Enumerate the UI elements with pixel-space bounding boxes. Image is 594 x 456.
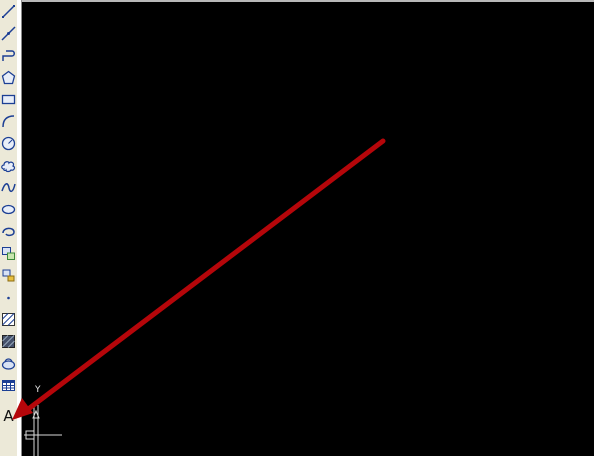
construction-line-tool[interactable] bbox=[0, 23, 17, 43]
region-icon bbox=[1, 357, 16, 370]
arc-tool[interactable] bbox=[0, 111, 17, 131]
point-tool[interactable] bbox=[0, 287, 17, 307]
insert-block-tool[interactable] bbox=[0, 243, 17, 263]
construction-line-icon bbox=[1, 25, 16, 41]
ellipse-icon bbox=[1, 204, 16, 214]
point-icon bbox=[7, 296, 10, 299]
polygon-tool[interactable] bbox=[0, 67, 17, 87]
revision-cloud-tool[interactable] bbox=[0, 155, 17, 175]
region-tool[interactable] bbox=[0, 353, 17, 373]
ellipse-arc-tool[interactable] bbox=[0, 221, 17, 241]
rectangle-tool[interactable] bbox=[0, 89, 17, 109]
draw-toolbar: A bbox=[0, 0, 18, 456]
ellipse-tool[interactable] bbox=[0, 199, 17, 219]
rectangle-icon bbox=[1, 94, 16, 104]
circle-tool[interactable] bbox=[0, 133, 17, 153]
line-tool[interactable] bbox=[0, 1, 17, 21]
hatch-tool[interactable] bbox=[0, 309, 17, 329]
gradient-icon bbox=[2, 334, 15, 348]
ellipse-arc-icon bbox=[2, 227, 15, 236]
spline-tool[interactable] bbox=[0, 177, 17, 197]
polyline-tool[interactable] bbox=[0, 45, 17, 65]
hatch-icon bbox=[2, 312, 15, 326]
ucs-axes-icon bbox=[24, 403, 62, 456]
ucs-y-label: Y bbox=[35, 385, 41, 395]
arc-icon bbox=[2, 114, 15, 127]
drawing-canvas[interactable] bbox=[22, 0, 594, 456]
revision-cloud-icon bbox=[1, 160, 16, 172]
make-block-icon bbox=[2, 269, 15, 281]
line-icon bbox=[2, 4, 15, 18]
cad-application-window: A Y bbox=[0, 0, 594, 456]
polygon-icon bbox=[1, 70, 16, 84]
multiline-text-tool[interactable]: A bbox=[0, 406, 17, 426]
table-icon bbox=[2, 379, 15, 391]
circle-icon bbox=[1, 136, 16, 150]
insert-block-icon bbox=[2, 246, 15, 260]
make-block-tool[interactable] bbox=[0, 265, 17, 285]
polyline-icon bbox=[2, 49, 15, 61]
spline-icon bbox=[1, 182, 16, 192]
text-tool-label: A bbox=[3, 407, 14, 425]
gradient-tool[interactable] bbox=[0, 331, 17, 351]
ucs-icon: Y bbox=[22, 385, 72, 456]
table-tool[interactable] bbox=[0, 375, 17, 395]
